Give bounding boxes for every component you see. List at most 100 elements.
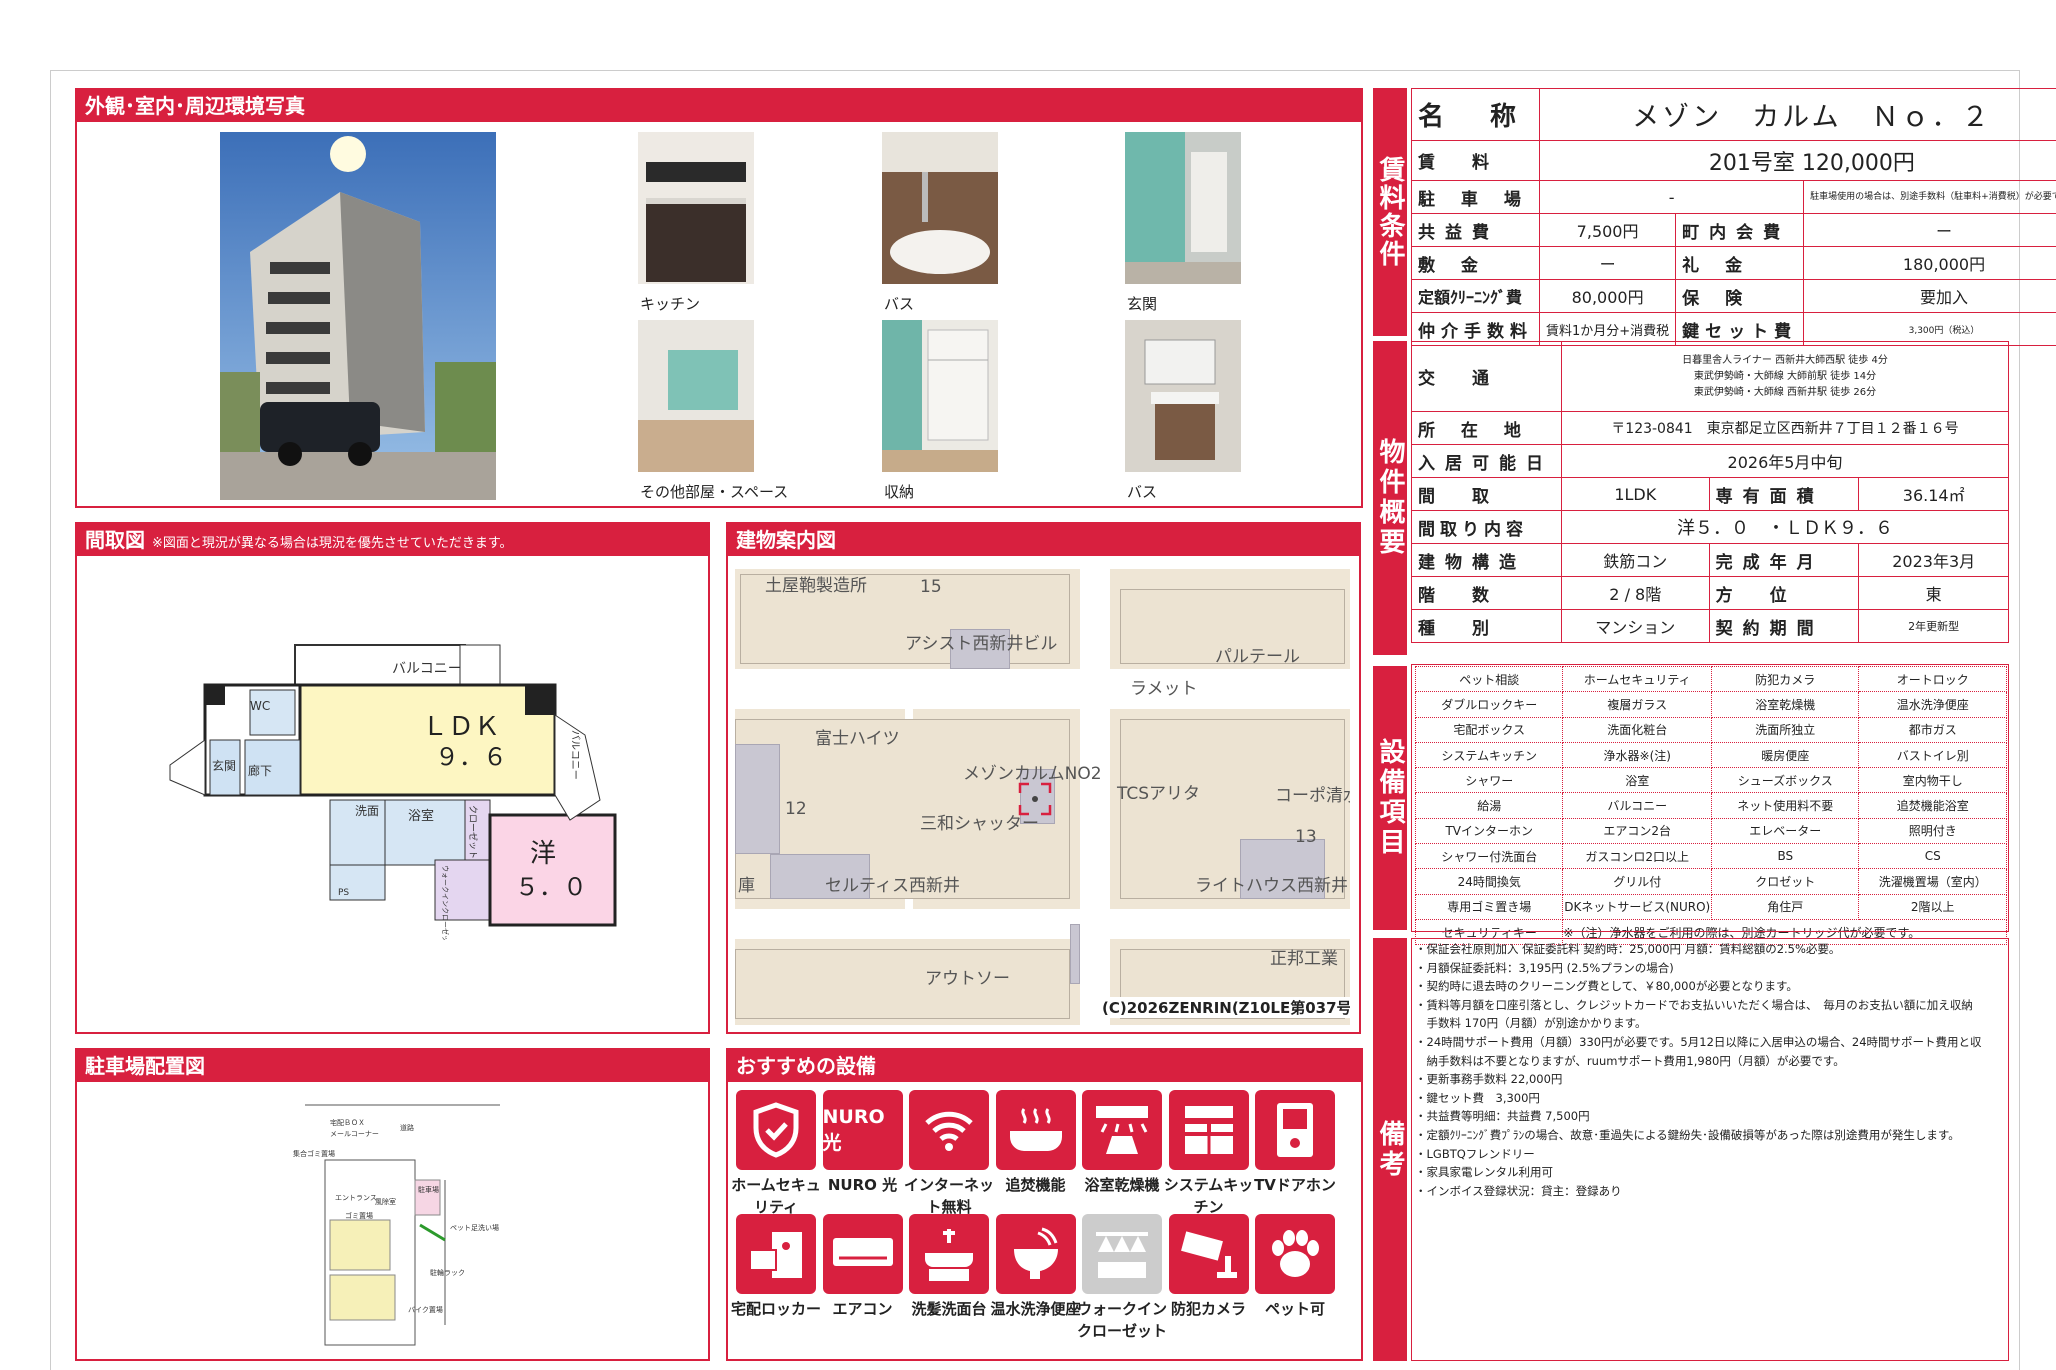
contract-label: 契約期間 (1708, 609, 1860, 643)
fp-yokushitsu: 浴室 (408, 808, 434, 824)
intercom-icon (1255, 1090, 1335, 1170)
detail-label: 間取り内容 (1411, 510, 1562, 544)
remark-line: ・鍵セット費 3,300円 (1415, 1090, 1540, 1105)
equipment-item: 2階以上 (1858, 893, 2007, 920)
equipment-table: ペット相談 ホームセキュリティ 防犯カメラ オートロック ダブルロックキー 複層ガラス 浴室… (1414, 665, 2007, 946)
remark-line: ・契約時に退去時のクリーニング費として、￥80,000が必要となります。 (1415, 979, 1798, 994)
hoken-label: 保 険 (1675, 279, 1805, 313)
kitchen-photo[interactable] (638, 132, 754, 284)
remark-line: ・インボイス登録状況：貸主：登録あり (1415, 1183, 1622, 1198)
camera-icon (1168, 1214, 1249, 1294)
recommend-label: 防犯カメラ (1170, 1300, 1246, 1318)
fp-yo: 洋 (530, 839, 556, 869)
kyoeki-value: 7,500円 (1538, 213, 1677, 247)
washbasin-icon (909, 1214, 989, 1294)
map-label: 12 (785, 799, 807, 819)
map-label: アシスト西新井ビル (905, 634, 1058, 654)
chonai-value: ー (1803, 213, 2056, 247)
layout-label: 間 取 (1411, 477, 1562, 511)
map-label: 正邦工業 (1270, 949, 1338, 969)
chonai-label: 町内会費 (1675, 213, 1805, 247)
map-label: アウトソー (925, 969, 1010, 989)
built-value: 2023年3月 (1858, 543, 2009, 577)
recommend-label: 温水洗浄便座 (990, 1300, 1081, 1318)
equipment-item: DKネットサービス(NURO) (1562, 893, 1713, 920)
name-label: 名 称 (1411, 88, 1540, 141)
fp-yo-size: ５．０ (515, 873, 587, 901)
bath-photo[interactable] (882, 132, 998, 284)
map-label: メゾンカルムNO2 (963, 764, 1102, 784)
equipment-item: シューズボックス (1711, 767, 1860, 794)
map-label: コーポ清水 (1275, 786, 1350, 806)
equipment-item: 洗濯機置場（室内） (1858, 868, 2007, 895)
rent-table: 名 称メゾン カルム Ｎｏ．２ 賃 料 201号室 120,000円 駐 車 場-… (1411, 88, 2056, 346)
floorplan-title: 間取図 (85, 528, 145, 552)
shiki-label: 敷 金 (1411, 246, 1540, 280)
remark-line: 納手数料は不要となりますが、ruumサポート費用1,980円（月額）が必要です。 (1415, 1053, 1845, 1068)
paw-icon (1255, 1214, 1335, 1294)
map-label: 富士ハイツ (815, 729, 900, 749)
pk-label: 駐輪ラック (430, 1268, 465, 1277)
equipment-item: 室内物干し (1858, 767, 2007, 794)
pk-label: 道路 (400, 1123, 414, 1132)
exterior-photo[interactable] (220, 132, 496, 500)
movein-value: 2026年5月中旬 (1560, 444, 2010, 478)
photo-caption: バス (1127, 483, 1158, 501)
property-table: 交 通日暮里舎人ライナー 西新井大師西駅 徒歩 4分 東武伊勢崎・大師線 大師前駅… (1411, 341, 2010, 643)
map-label: セルティス西新井 (825, 876, 960, 896)
locker-icon (736, 1214, 816, 1294)
photo-caption: その他部屋・スペース (640, 483, 789, 501)
type-value: マンション (1560, 609, 1710, 643)
property-tab: 物件概要 (1373, 341, 1407, 655)
area-map[interactable]: 土屋鞄製造所 15 アシスト西新井ビル パルテール ラメット 富士ハイツ メゾン… (735, 569, 1350, 1025)
shield-icon (736, 1090, 816, 1170)
parking-note: 駐車場使用の場合は、別途手数料（駐車料+消費税）が必要です。 (1803, 180, 2056, 214)
parking-value: - (1538, 180, 1805, 214)
recommend-label: エアコン (832, 1300, 893, 1318)
access-label: 交 通 (1411, 341, 1562, 412)
address-label: 所 在 地 (1411, 411, 1562, 445)
equipment-item: 24時間換気 (1414, 868, 1564, 895)
map-label: パルテール (1215, 647, 1300, 667)
equipment-item: BS (1711, 843, 1860, 870)
address-value: 〒123-0841 東京都足立区西新井７丁目１２番１６号 (1560, 411, 2010, 445)
pk-label: ペット足洗い場 (450, 1223, 499, 1232)
equipment-item: 洗面所独立 (1711, 716, 1860, 743)
fp-closet: クローゼット (467, 805, 479, 859)
pk-label: エントランス (335, 1194, 377, 1202)
rent-tab: 賃料条件 (1373, 88, 1407, 336)
recommend-label: TVドアホン (1254, 1176, 1336, 1194)
photo-caption: キッチン (640, 295, 701, 313)
equipment-item: 給湯 (1414, 792, 1564, 819)
equipment-item: 温水洗浄便座 (1858, 691, 2007, 718)
map-label: 土屋鞄製造所 (765, 576, 867, 596)
equipment-item: 暖房便座 (1711, 741, 1860, 769)
recommend-label: ペット可 (1264, 1300, 1325, 1318)
pk-label: 駐車場 (418, 1185, 439, 1194)
equipment-item: 浴室乾燥機 (1711, 691, 1860, 718)
map-label: ラメット (1130, 679, 1198, 699)
photos-title: 外観･室内･周辺環境写真 (77, 90, 1361, 122)
equipment-item: シャワー (1414, 767, 1564, 794)
access-value: 日暮里舎人ライナー 西新井大師西駅 徒歩 4分 東武伊勢崎・大師線 大師前駅 徒歩… (1560, 341, 2010, 412)
fp-ldk-size: ９．６ (435, 743, 507, 771)
type-label: 種 別 (1411, 609, 1562, 643)
room-photo[interactable] (638, 320, 754, 472)
shiki-value: ー (1538, 246, 1677, 280)
remark-line: ・定額ｸﾘｰﾆﾝｸﾞ費ﾌﾟﾗﾝの場合、故意･重過失による鍵紛失･設備破損等があっ… (1415, 1127, 1960, 1142)
washroom-photo[interactable] (1125, 320, 1241, 472)
property-name: メゾン カルム Ｎｏ．２ (1539, 88, 2056, 141)
fp-senmen: 洗面 (355, 804, 379, 818)
recommend-label: ホームセキュリティ (731, 1176, 821, 1216)
built-label: 完成年月 (1708, 543, 1860, 577)
storage-photo[interactable] (882, 320, 998, 472)
fp-roka: 廊下 (248, 763, 272, 778)
equipment-item: TVインターホン (1414, 817, 1564, 845)
fp-genkan: 玄関 (212, 758, 236, 773)
remark-line: ・24時間サポート費用（月額）330円が必要です。5月12日以降に入居申込の場合… (1415, 1034, 1982, 1049)
toilet-icon (995, 1214, 1076, 1294)
equipment-item: ガスコンロ2口以上 (1562, 843, 1713, 870)
entrance-photo[interactable] (1125, 132, 1241, 284)
floorplan-note: ※図面と現況が異なる場合は現況を優先させていただきます。 (151, 536, 513, 551)
equipment-item: ダブルロックキー (1414, 691, 1564, 718)
